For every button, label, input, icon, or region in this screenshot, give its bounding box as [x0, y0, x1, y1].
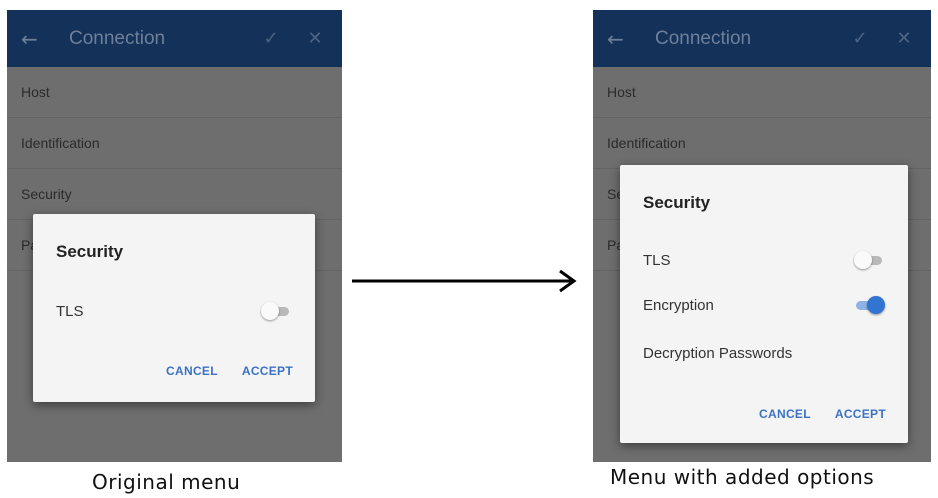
original-menu-screen: ← Connection ✓ ✕ Host Identification Sec… — [7, 10, 342, 462]
app-bar: ← Connection ✓ ✕ — [593, 10, 931, 67]
tls-label: TLS — [643, 251, 671, 269]
security-dialog: Security TLS Encryption Decryption Passw… — [620, 165, 908, 443]
list-item-host[interactable]: Host — [593, 67, 931, 118]
tls-toggle[interactable] — [854, 251, 884, 269]
dialog-title: Security — [56, 242, 124, 261]
cancel-button[interactable]: CANCEL — [759, 407, 811, 421]
accept-button[interactable]: ACCEPT — [242, 364, 293, 378]
back-arrow-icon[interactable]: ← — [607, 27, 647, 51]
list-item-identification[interactable]: Identification — [593, 118, 931, 169]
list-item-host[interactable]: Host — [7, 67, 342, 118]
extended-menu-caption: Menu with added options — [610, 465, 875, 489]
app-bar-title: Connection — [655, 27, 752, 49]
right-arrow-icon — [352, 269, 577, 293]
original-menu-caption: Original menu — [92, 470, 241, 494]
close-icon[interactable]: ✕ — [300, 28, 330, 49]
list-item-identification[interactable]: Identification — [7, 118, 342, 169]
app-bar-title: Connection — [69, 27, 166, 49]
tls-label: TLS — [56, 302, 84, 320]
check-icon[interactable]: ✓ — [845, 28, 875, 49]
decryption-passwords-row[interactable]: Decryption Passwords — [643, 341, 884, 365]
cancel-button[interactable]: CANCEL — [166, 364, 218, 378]
toggle-thumb — [854, 251, 872, 269]
back-arrow-icon[interactable]: ← — [21, 27, 61, 51]
dialog-actions: CANCEL ACCEPT — [759, 407, 886, 421]
tls-option-row[interactable]: TLS — [56, 299, 291, 323]
dialog-title: Security — [643, 193, 711, 212]
app-bar: ← Connection ✓ ✕ — [7, 10, 342, 67]
accept-button[interactable]: ACCEPT — [835, 407, 886, 421]
security-dialog: Security TLS CANCEL ACCEPT — [33, 214, 315, 402]
comparison-figure: ← Connection ✓ ✕ Host Identification Sec… — [0, 0, 938, 498]
decryption-passwords-label: Decryption Passwords — [643, 344, 793, 362]
encryption-toggle[interactable] — [854, 296, 885, 314]
toggle-thumb — [261, 302, 279, 320]
tls-option-row[interactable]: TLS — [643, 248, 884, 272]
toggle-thumb — [867, 296, 885, 314]
list-item-security[interactable]: Security — [7, 169, 342, 220]
dialog-actions: CANCEL ACCEPT — [166, 364, 293, 378]
close-icon[interactable]: ✕ — [889, 28, 919, 49]
extended-menu-screen: ← Connection ✓ ✕ Host Identification Se … — [593, 10, 931, 462]
check-icon[interactable]: ✓ — [256, 28, 286, 49]
encryption-label: Encryption — [643, 296, 714, 314]
encryption-option-row[interactable]: Encryption — [643, 293, 885, 317]
tls-toggle[interactable] — [261, 302, 291, 320]
